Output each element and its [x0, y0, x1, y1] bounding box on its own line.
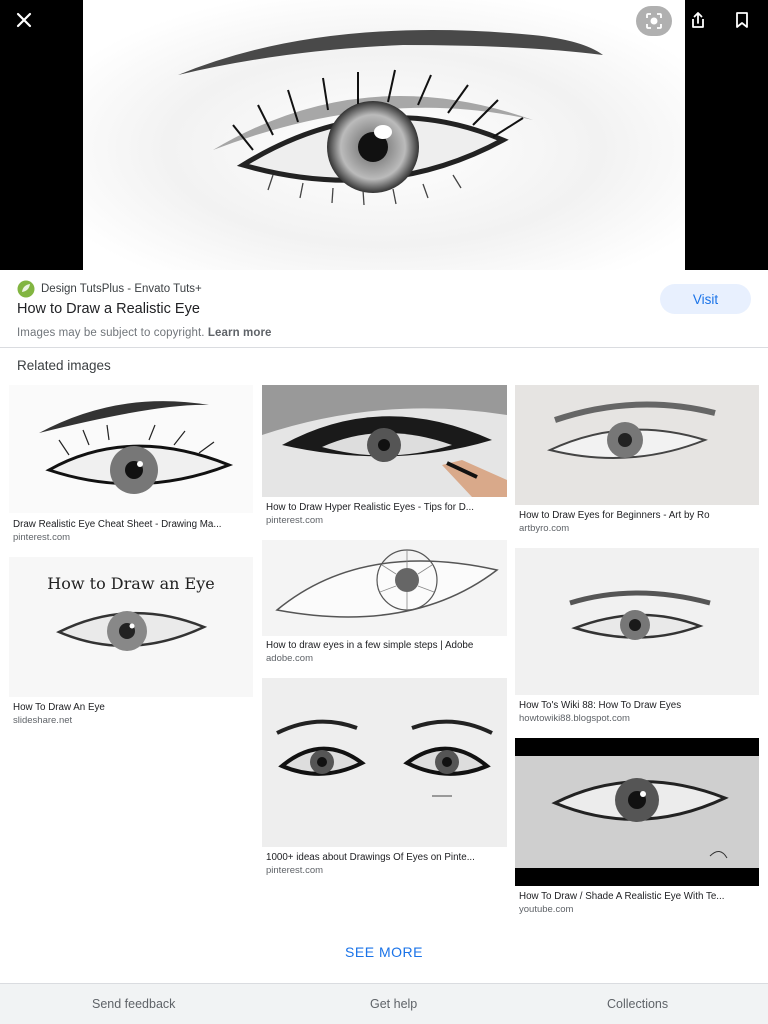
related-image-domain: pinterest.com	[266, 865, 324, 876]
thumbnail-text: How to Draw an Eye	[47, 574, 214, 593]
save-button[interactable]	[724, 4, 760, 36]
footer: Send feedback Get help Collections	[0, 983, 768, 1024]
related-image-thumbnail[interactable]	[515, 548, 759, 695]
related-image-thumbnail[interactable]	[515, 385, 759, 505]
related-image-domain: youtube.com	[519, 904, 574, 915]
related-image-caption: How to draw eyes in a few simple steps |…	[266, 640, 474, 651]
related-image-caption: How to Draw Eyes for Beginners - Art by …	[519, 510, 710, 521]
result-title[interactable]: How to Draw a Realistic Eye	[17, 301, 200, 317]
related-image-thumbnail[interactable]	[9, 385, 253, 513]
share-button[interactable]	[680, 4, 716, 36]
related-image-caption: 1000+ ideas about Drawings Of Eyes on Pi…	[266, 852, 475, 863]
related-image-domain: slideshare.net	[13, 715, 73, 726]
related-images-heading: Related images	[17, 358, 111, 373]
related-image-tile[interactable]: How to Draw Eyes for Beginners - Art by …	[515, 385, 759, 537]
get-help-link[interactable]: Get help	[370, 997, 417, 1011]
related-image-thumbnail[interactable]: How to Draw an Eye	[9, 557, 253, 697]
lens-icon	[646, 13, 662, 29]
send-feedback-link[interactable]: Send feedback	[92, 997, 175, 1011]
related-image-domain: artbyro.com	[519, 523, 570, 534]
related-image-tile[interactable]: How to Draw Hyper Realistic Eyes - Tips …	[262, 385, 507, 530]
related-image-tile[interactable]: How To Draw / Shade A Realistic Eye With…	[515, 738, 759, 918]
related-image-caption: How To Draw / Shade A Realistic Eye With…	[519, 891, 725, 902]
related-image-thumbnail[interactable]	[262, 385, 507, 497]
related-image-caption: How To Draw An Eye	[13, 702, 105, 713]
envato-leaf-icon	[17, 280, 35, 298]
related-image-thumbnail[interactable]	[515, 738, 759, 886]
related-image-caption: How To's Wiki 88: How To Draw Eyes	[519, 700, 682, 711]
related-image-tile[interactable]: How to Draw an Eye How To Draw An Eye sl…	[9, 557, 253, 727]
related-image-domain: adobe.com	[266, 653, 314, 664]
source-info: Design TutsPlus - Envato Tuts+ How to Dr…	[0, 270, 768, 348]
close-icon	[16, 12, 32, 28]
related-image-domain: pinterest.com	[13, 532, 71, 543]
collections-link[interactable]: Collections	[607, 997, 668, 1011]
related-image-tile[interactable]: How To's Wiki 88: How To Draw Eyes howto…	[515, 548, 759, 726]
see-more-button[interactable]: SEE MORE	[0, 944, 768, 960]
related-image-thumbnail[interactable]	[262, 540, 507, 636]
related-image-caption: Draw Realistic Eye Cheat Sheet - Drawing…	[13, 519, 222, 530]
related-image-domain: howtowiki88.blogspot.com	[519, 713, 630, 724]
share-icon	[692, 12, 704, 28]
related-image-domain: pinterest.com	[266, 515, 324, 526]
source-row[interactable]: Design TutsPlus - Envato Tuts+	[17, 280, 202, 298]
source-name: Design TutsPlus - Envato Tuts+	[41, 283, 202, 295]
related-image-tile[interactable]: How to draw eyes in a few simple steps |…	[262, 540, 507, 668]
related-image-thumbnail[interactable]	[262, 678, 507, 847]
bookmark-icon	[736, 12, 748, 28]
copyright-text: Images may be subject to copyright.	[17, 327, 205, 339]
related-image-tile[interactable]: 1000+ ideas about Drawings Of Eyes on Pi…	[262, 678, 507, 880]
image-viewer	[0, 0, 768, 270]
close-button[interactable]	[6, 4, 42, 36]
visit-button[interactable]: Visit	[660, 284, 751, 314]
learn-more-link[interactable]: Learn more	[208, 327, 272, 339]
main-image[interactable]	[83, 0, 685, 270]
related-image-caption: How to Draw Hyper Realistic Eyes - Tips …	[266, 502, 474, 513]
lens-button[interactable]	[636, 6, 672, 36]
related-image-tile[interactable]: Draw Realistic Eye Cheat Sheet - Drawing…	[9, 385, 253, 545]
copyright-notice: Images may be subject to copyright. Lear…	[17, 327, 272, 339]
